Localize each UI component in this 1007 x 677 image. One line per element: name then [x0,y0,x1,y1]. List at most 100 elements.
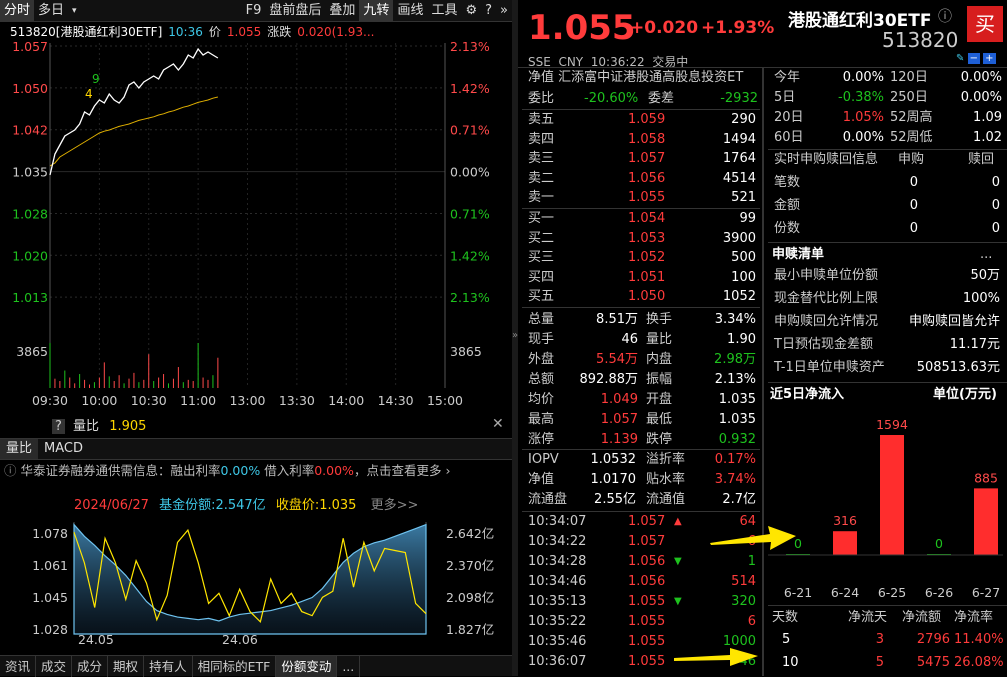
list-label: 最小申赎单位份额 [774,268,879,283]
list-value: 100% [962,291,1000,306]
tab-volume-ratio[interactable]: 量比 [0,439,39,459]
perf-value: 0.00% [842,70,884,85]
f9-button[interactable]: F9 [242,0,266,22]
x-tick-label: 24.05 [78,632,114,647]
yellow-arrow [710,526,796,550]
bottom-tab[interactable]: 成分 [72,656,109,677]
bottom-tab[interactable]: 持有人 [144,656,193,677]
chevron-down-icon[interactable]: ▾ [68,0,81,22]
time-tick-label: 10:30 [131,393,167,408]
chart-change: 0.020(1.93... [297,25,375,39]
stat-value: 0.17% [714,452,756,467]
bid-label: 买四 [528,269,555,285]
perf-label: 120日 [890,70,928,85]
flow-table-header: 净流天 [848,610,888,625]
pct-tick-label: 0.00% [450,165,490,180]
tick-time: 10:34:07 [528,514,587,529]
perf-label: 今年 [774,70,801,85]
intraday-chart[interactable]: 1.057 1.050 1.042 1.035 1.028 1.020 1.013 2.13%… [0,38,512,410]
tick-price: 1.055 [628,594,666,609]
bottom-tab[interactable]: 相同标的ETF [193,656,277,677]
stat-value: 1.90 [727,332,756,347]
tab-multiday[interactable]: 多日 [34,0,68,22]
stat-value: 1.0532 [590,452,637,467]
nine-turn-marker: 9 [92,72,100,86]
premarket-button[interactable]: 盘前盘后 [265,0,325,22]
bid-volume: 3900 [722,230,756,246]
bottom-tab[interactable]: 份额变动 [276,656,338,677]
ask-label: 卖四 [528,131,555,147]
news-text: 华泰证券融券通供需信息：融出利率 [20,463,221,478]
time-tick-label: 09:30 [32,393,68,408]
time-tick-label: 11:00 [180,393,216,408]
help-icon[interactable]: ? [52,419,65,434]
redeem-label: 份数 [774,221,801,236]
flow-value-label: 1594 [876,417,908,432]
fund-close: 收盘价:1.035 [275,498,357,513]
list-label: T-1日单位申赎资产 [774,360,885,375]
stat-value: 1.049 [600,392,638,407]
buy-button[interactable]: 买 [967,6,1003,42]
price-tick-label: 1.020 [12,248,48,263]
news-tail[interactable]: 点击查看更多 [366,463,441,478]
perf-value: 1.02 [973,130,1002,145]
indicator-value-row: ? 量比 1.905 [52,415,146,434]
stat-value: 2.13% [714,372,756,387]
perf-label: 52周低 [890,130,933,145]
double-chevron-icon[interactable]: » [496,0,512,22]
minus-icon[interactable]: − [967,53,980,64]
nine-turn-button[interactable]: 九转 [359,0,394,22]
flow-category-label: 6-26 [925,585,953,600]
x-tick-label: 24.06 [222,632,258,647]
indicator-bar: 量比 MACD [0,438,512,460]
gear-icon[interactable]: ⚙ [461,0,481,22]
stat-value: 8.51万 [596,312,638,327]
fund-code: 513820 [882,28,959,52]
news-ticker[interactable]: ⓘ 华泰证券融券通供需信息：融出利率0.00% 借入利率0.00%，点击查看更多… [0,461,512,481]
redeem-header: 赎回 [968,152,995,167]
price-tick-label: 1.057 [12,39,48,54]
tools-button[interactable]: 工具 [427,0,461,22]
bid-volume: 500 [731,250,756,265]
plus-icon[interactable]: + [983,53,996,64]
stat-value: 1.0170 [590,472,637,487]
close-icon[interactable]: ✕ [492,416,504,432]
tick-price: 1.057 [628,534,666,549]
overlay-button[interactable]: 叠加 [325,0,359,22]
last-price: 1.055 [528,8,636,48]
right-tick-label: 2.098亿 [446,590,494,605]
redeem-header: 申购 [898,152,925,167]
redeem-value: 0 [991,221,1000,236]
tab-intraday[interactable]: 分时 [0,0,35,22]
bottom-tab[interactable]: 资讯 [0,656,37,677]
tick-time: 10:34:46 [528,574,587,589]
bottom-tab[interactable]: 成交 [36,656,73,677]
ask-price: 1.055 [628,190,666,205]
ask-volume: 290 [731,112,756,127]
stat-label: 振幅 [646,372,673,387]
info-icon: ⓘ [4,463,21,478]
stat-label: 现手 [528,332,555,347]
fund-header: 2024/06/27 基金份额:2.547亿 收盘价:1.035 更多>> [74,494,418,513]
stat-label: 内盘 [646,352,673,367]
price-pct: +1.93% [701,18,775,38]
ask-label: 卖二 [528,170,555,186]
info-icon[interactable]: ⓘ [938,6,952,26]
help-icon[interactable]: ? [481,0,496,22]
yellow-arrow [674,648,758,666]
tick-price: 1.057 [628,514,666,529]
list-more[interactable]: ... [980,245,992,265]
bottom-tab[interactable]: ... [337,656,361,677]
redeem-label: 金额 [774,198,801,213]
pct-tick-label: 1.42% [450,81,490,96]
tab-macd[interactable]: MACD [38,439,89,459]
news-rate1: 0.00% [220,463,261,478]
left-tick-label: 1.045 [32,590,68,605]
stat-label: 开盘 [646,392,673,407]
fund-more-link[interactable]: 更多>> [371,498,419,513]
bottom-tab[interactable]: 期权 [108,656,145,677]
perf-label: 250日 [890,90,928,105]
edit-icon[interactable]: ✎ [956,53,964,64]
draw-button[interactable]: 画线 [393,0,427,22]
stat-value: 46 [621,332,638,347]
